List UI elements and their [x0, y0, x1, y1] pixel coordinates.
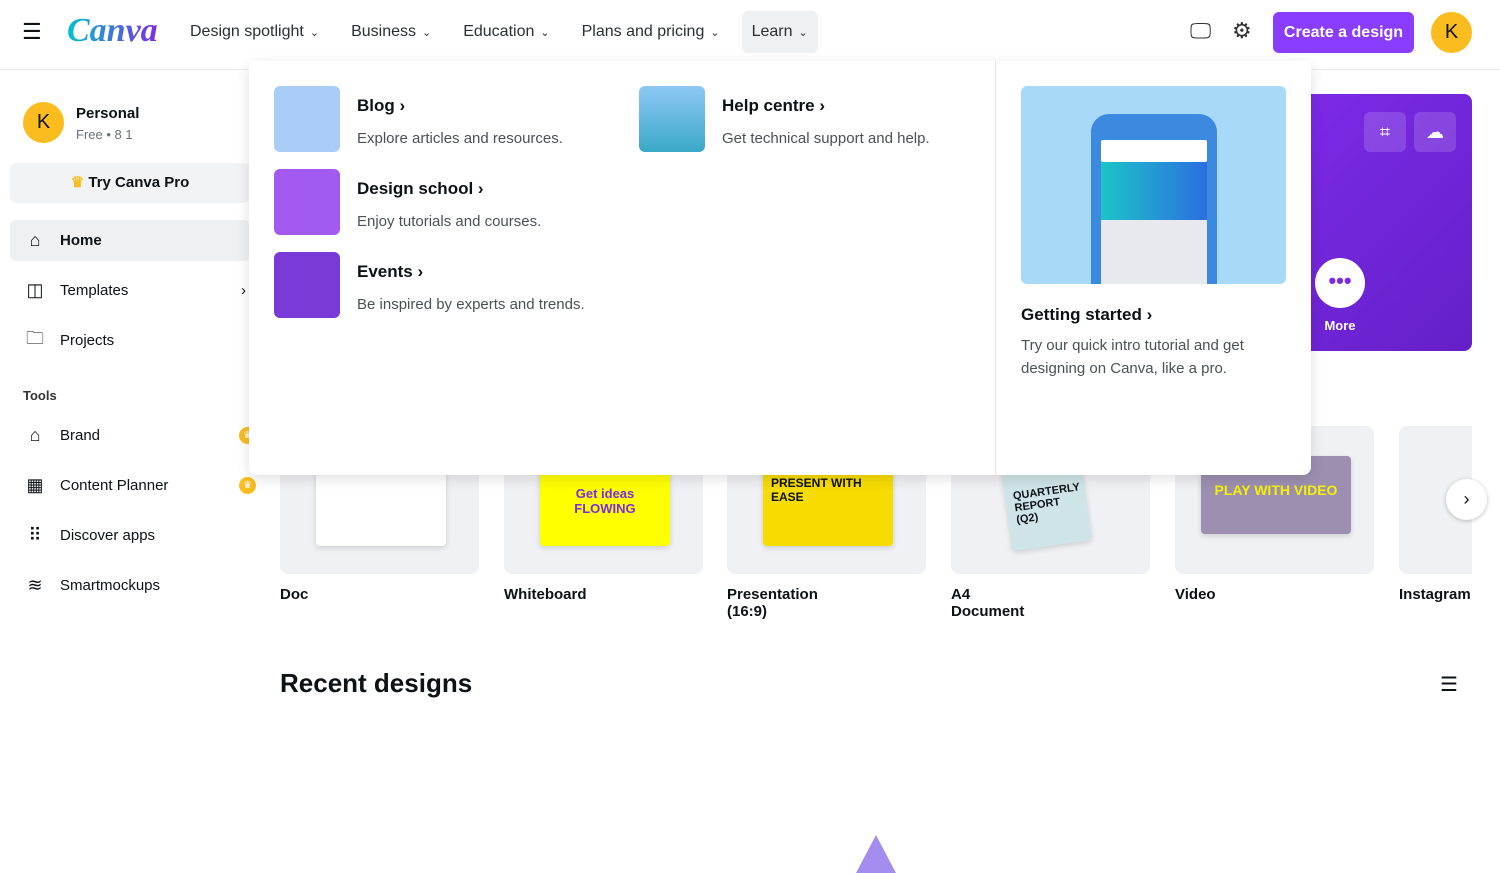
gear-icon[interactable]: ⚙ [1232, 18, 1252, 44]
recent-designs-heading: Recent designs [280, 668, 473, 698]
sidebar-item-discover-apps[interactable]: ⠿ Discover apps [10, 515, 250, 556]
blog-laptop-icon [274, 86, 340, 152]
account-switcher[interactable]: K Personal Free • 8 1 [23, 102, 139, 143]
hero-banner: ⌗ ☁ ••• More [1290, 94, 1472, 351]
menu-item-design-school[interactable]: Design school › Enjoy tutorials and cours… [274, 169, 541, 235]
menu-item-title: Events › [357, 262, 424, 281]
card-label: Presentation (16:9) [727, 586, 818, 620]
sidebar-item-label: Templates [60, 282, 129, 299]
nav-education[interactable]: Education ⌄ [453, 11, 559, 53]
learn-dropdown-menu: Blog › Explore articles and resources. He… [249, 61, 1311, 475]
menu-item-blog[interactable]: Blog › Explore articles and resources. [274, 86, 563, 152]
events-icon [274, 252, 340, 318]
sidebar-item-label: Smartmockups [60, 577, 161, 594]
card-label: Video [1175, 586, 1216, 603]
create-design-button[interactable]: Create a design [1273, 12, 1414, 53]
sidebar-item-templates[interactable]: ◫ Templates › [10, 270, 250, 311]
try-pro-label: Try Canva Pro [88, 174, 190, 191]
canva-logo[interactable]: Canva [67, 12, 158, 50]
menu-item-desc: Explore articles and resources. [357, 130, 563, 147]
nav-label: Education [463, 23, 535, 40]
more-button[interactable]: ••• [1315, 258, 1365, 308]
sidebar-item-label: Projects [60, 332, 115, 349]
sidebar-item-content-planner[interactable]: ▦ Content Planner ♛ [10, 465, 256, 506]
avatar[interactable]: K [1431, 12, 1472, 53]
layers-icon: ≋ [27, 575, 43, 595]
account-name: Personal [76, 105, 140, 122]
sidebar-item-smartmockups[interactable]: ≋ Smartmockups [10, 565, 250, 606]
try-canva-pro-button[interactable]: ♛ Try Canva Pro [10, 163, 250, 203]
help-centre-icon [639, 86, 705, 152]
menu-icon[interactable]: ☰ [22, 21, 42, 43]
card-label: Doc [280, 586, 309, 603]
sidebar-item-label: Home [60, 232, 102, 249]
getting-started-desc: Try our quick intro tutorial and get des… [1021, 337, 1244, 377]
menu-item-help-centre[interactable]: Help centre › Get technical support and h… [639, 86, 930, 152]
loading-illustration [856, 835, 896, 873]
calendar-icon: ▦ [26, 475, 44, 495]
sidebar-item-brand[interactable]: ⌂ Brand ♛ [10, 415, 256, 456]
phone-illustration [1091, 114, 1217, 284]
menu-item-desc: Get technical support and help. [722, 130, 930, 147]
nav-label: Business [351, 23, 416, 40]
card-label: Whiteboard [504, 586, 587, 603]
brand-icon: ⌂ [29, 425, 41, 445]
crop-icon[interactable]: ⌗ [1364, 112, 1406, 152]
crown-icon: ♛ [239, 477, 256, 494]
carousel-next-button[interactable]: › [1446, 479, 1487, 520]
chevron-down-icon: ⌄ [798, 27, 808, 39]
menu-item-desc: Be inspired by experts and trends. [357, 296, 585, 313]
account-avatar: K [23, 102, 64, 143]
design-school-icon [274, 169, 340, 235]
top-bar: ☰ Canva Design spotlight ⌄ Business ⌄ Educ… [0, 0, 1500, 70]
sidebar-item-label: Content Planner [60, 477, 169, 494]
card-label: A4 Document [951, 586, 1025, 620]
sidebar-item-label: Discover apps [60, 527, 156, 544]
nav-learn[interactable]: Learn ⌄ [741, 11, 818, 53]
nav-label: Learn [751, 23, 793, 40]
nav-business[interactable]: Business ⌄ [341, 11, 441, 53]
getting-started-link[interactable]: Getting started › [1021, 305, 1152, 325]
nav-plans-pricing[interactable]: Plans and pricing ⌄ [572, 11, 730, 53]
folder-icon: 🗀 [26, 327, 44, 348]
upload-cloud-icon[interactable]: ☁ [1414, 112, 1456, 152]
chevron-down-icon: ⌄ [421, 27, 432, 39]
main-nav: Design spotlight ⌄ Business ⌄ Education ⌄ P… [180, 11, 830, 53]
nav-label: Design spotlight [190, 23, 304, 40]
menu-item-title: Blog › [357, 96, 406, 115]
menu-item-title: Help centre › [722, 96, 825, 115]
divider [995, 61, 996, 475]
menu-item-desc: Enjoy tutorials and courses. [357, 213, 542, 230]
menu-item-events[interactable]: Events › Be inspired by experts and trend… [274, 252, 585, 318]
sidebar-item-home[interactable]: ⌂ Home [10, 220, 250, 261]
sidebar-item-label: Brand [60, 427, 101, 444]
nav-label: Plans and pricing [581, 23, 705, 40]
getting-started-image[interactable] [1021, 86, 1286, 284]
chevron-down-icon: ⌄ [540, 27, 550, 39]
chevron-down-icon: ⌄ [710, 27, 720, 39]
chevron-down-icon: ⌄ [309, 27, 320, 39]
menu-item-title: Design school › [357, 179, 484, 198]
home-icon: ⌂ [29, 230, 41, 250]
crown-icon: ♛ [70, 174, 89, 191]
templates-icon: ◫ [26, 280, 44, 300]
tools-heading: Tools [23, 388, 57, 403]
desktop-app-icon[interactable]: 🖵 [1190, 18, 1211, 44]
sidebar-item-projects[interactable]: 🗀 Projects [10, 320, 250, 361]
nav-design-spotlight[interactable]: Design spotlight ⌄ [180, 11, 329, 53]
apps-grid-icon: ⠿ [28, 525, 42, 545]
card-label: Instagram [1399, 586, 1471, 603]
chevron-right-icon: › [241, 282, 246, 299]
account-plan: Free • 8 1 [76, 127, 133, 142]
list-view-icon[interactable]: ☰ [1440, 672, 1458, 697]
